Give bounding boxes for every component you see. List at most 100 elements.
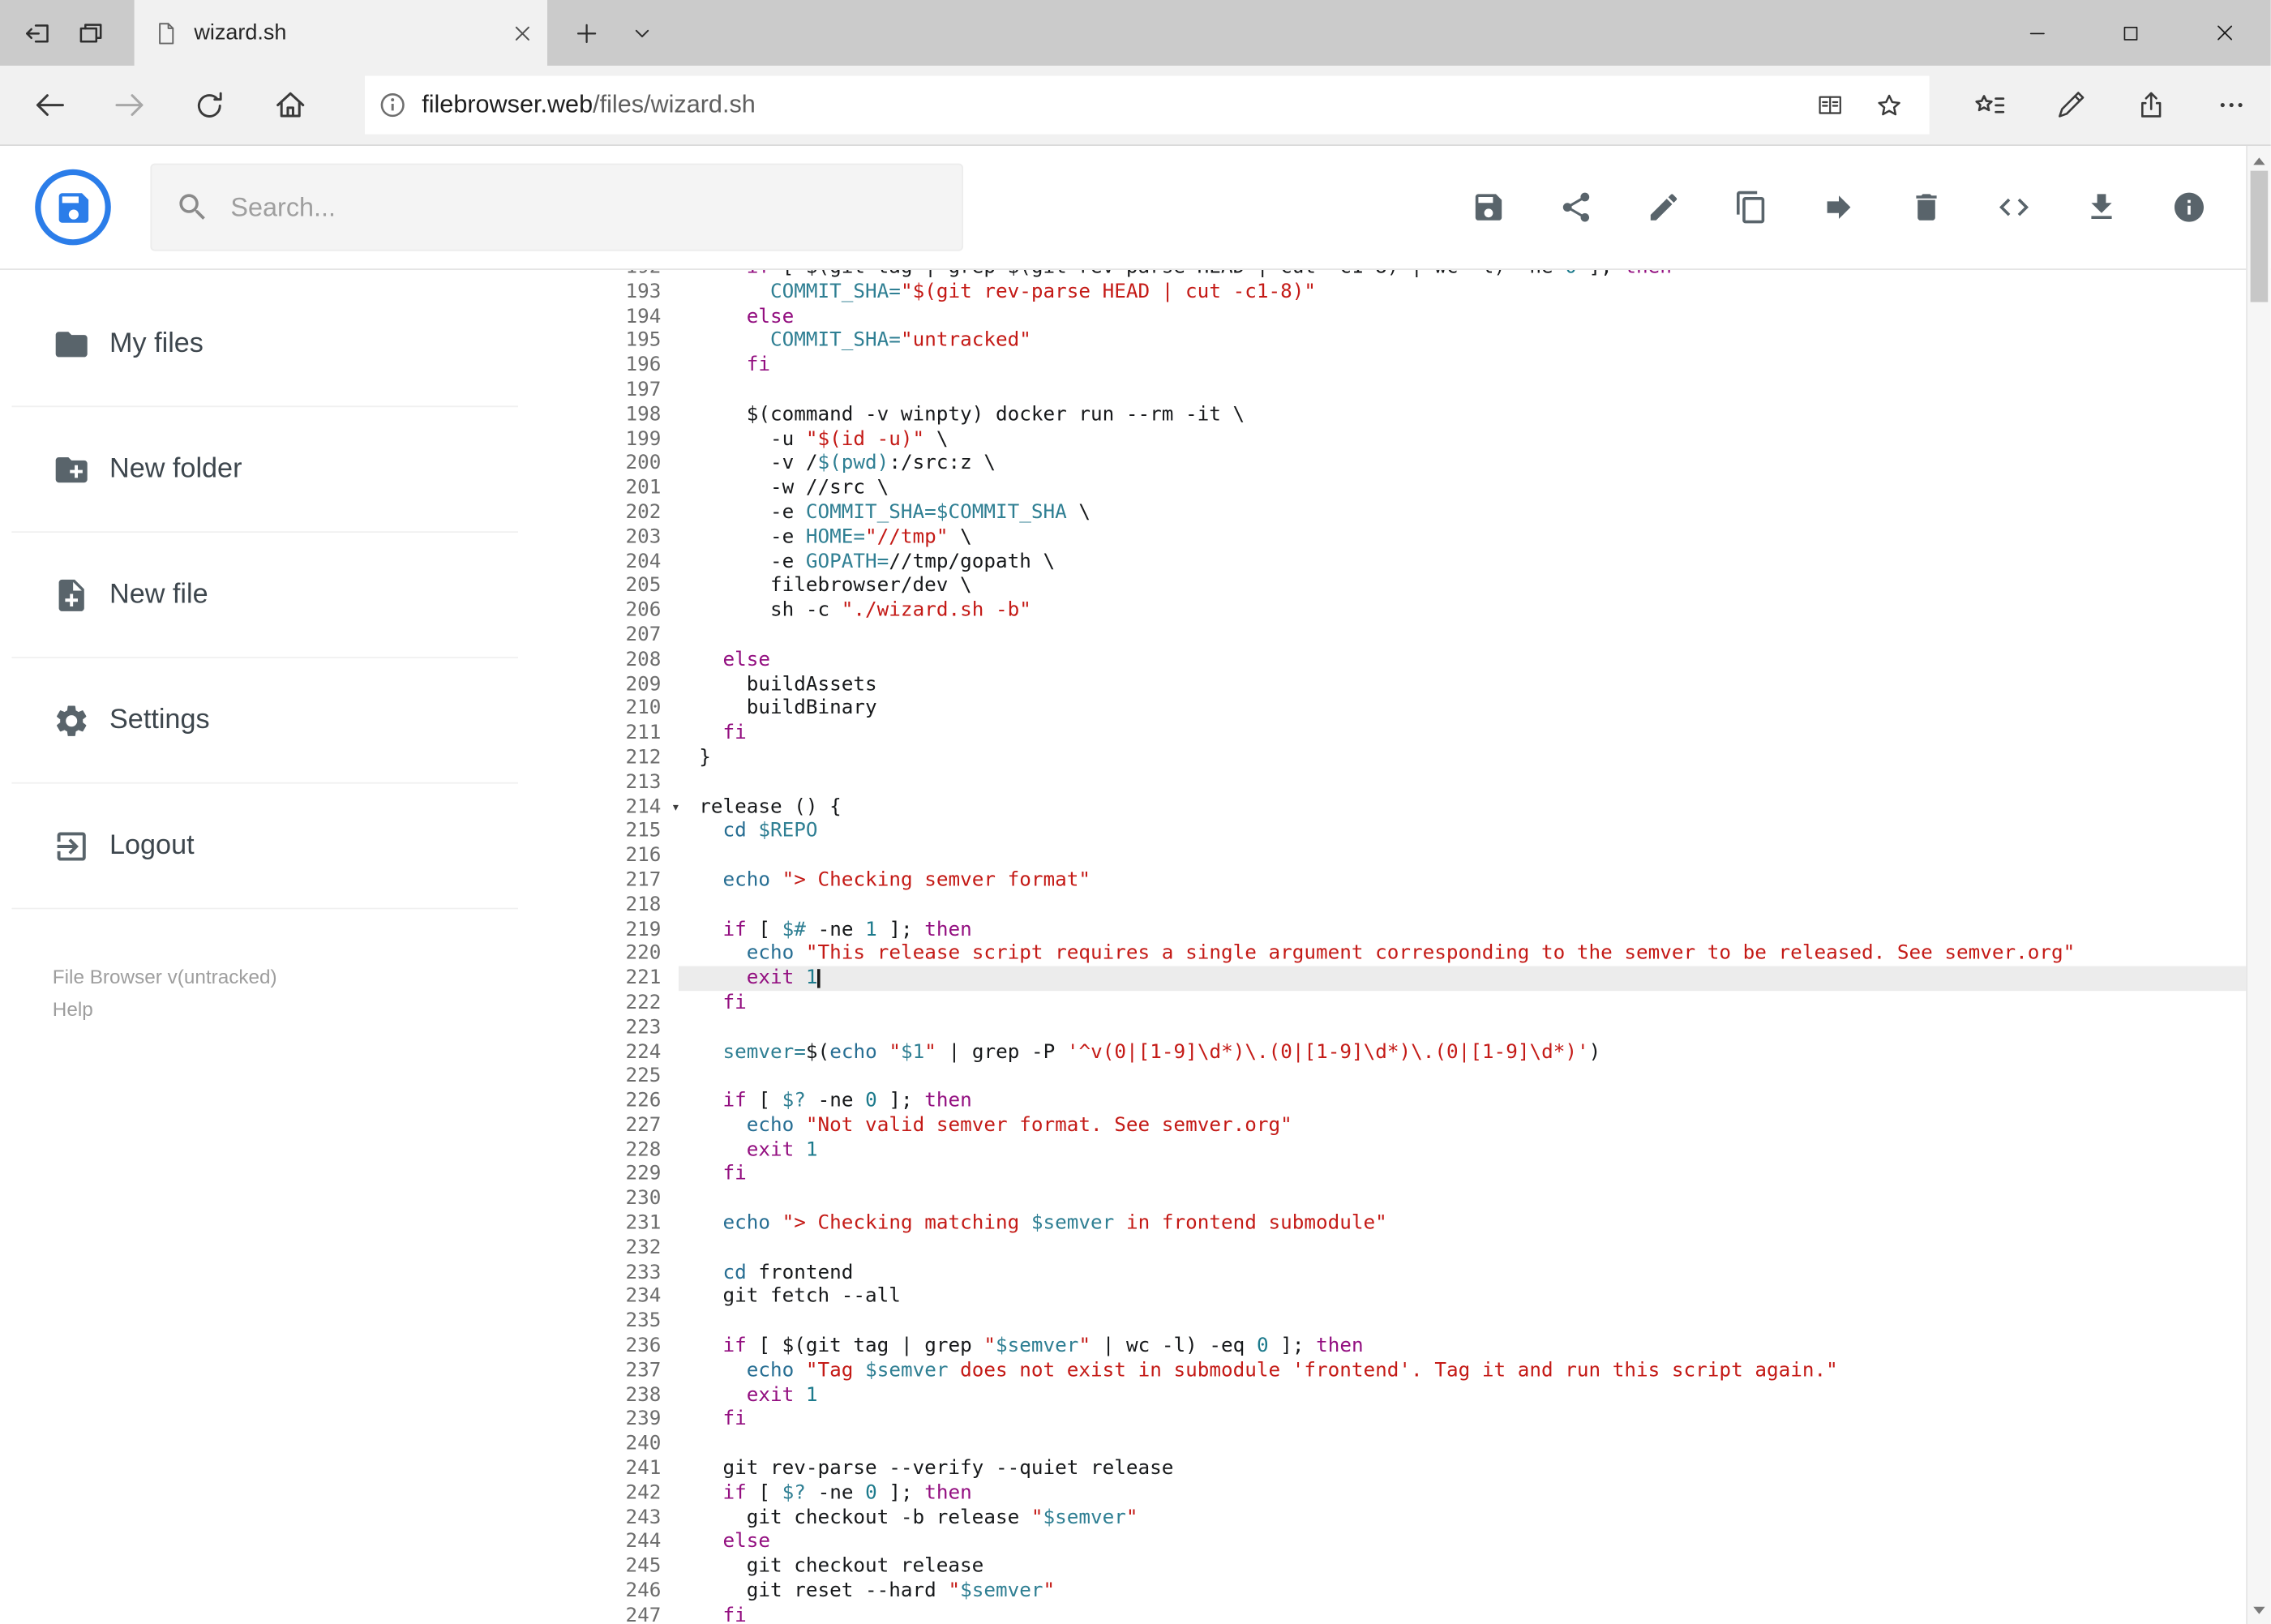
code-line[interactable]: 206 sh -c "./wizard.sh -b": [588, 598, 2270, 623]
home-button[interactable]: [250, 66, 330, 144]
code-line[interactable]: 203 -e HOME="//tmp" \: [588, 525, 2270, 550]
code-line[interactable]: 234 git fetch --all: [588, 1285, 2270, 1309]
code-line[interactable]: 237 echo "Tag $semver does not exist in …: [588, 1359, 2270, 1383]
code-line[interactable]: 213: [588, 770, 2270, 795]
code-line[interactable]: 197: [588, 378, 2270, 402]
code-line[interactable]: 224 semver=$(echo "$1" | grep -P '^v(0|[…: [588, 1040, 2270, 1065]
reading-view-button[interactable]: [1801, 76, 1859, 135]
code-line[interactable]: 239 fi: [588, 1408, 2270, 1432]
forward-button[interactable]: [89, 66, 169, 144]
code-line[interactable]: 210 buildBinary: [588, 696, 2270, 721]
code-line[interactable]: 225: [588, 1065, 2270, 1089]
download-button[interactable]: [2067, 172, 2136, 242]
browser-tab[interactable]: wizard.sh: [134, 0, 548, 66]
tabs-preview-button[interactable]: [64, 0, 119, 66]
web-note-button[interactable]: [2030, 66, 2110, 144]
code-line[interactable]: 244 else: [588, 1530, 2270, 1554]
code-line[interactable]: 231 echo "> Checking matching $semver in…: [588, 1211, 2270, 1236]
code-line[interactable]: 235: [588, 1309, 2270, 1334]
share-page-button[interactable]: [2110, 66, 2191, 144]
code-line[interactable]: 192 if [ $(git tag | grep $(git rev-pars…: [588, 270, 2270, 280]
code-line[interactable]: 242 if [ $? -ne 0 ]; then: [588, 1481, 2270, 1506]
code-line[interactable]: 220 echo "This release script requires a…: [588, 942, 2270, 966]
set-tabs-aside-button[interactable]: [9, 0, 64, 66]
code-line[interactable]: 211 fi: [588, 721, 2270, 745]
code-line[interactable]: 196 fi: [588, 354, 2270, 378]
code-line[interactable]: 241 git rev-parse --verify --quiet relea…: [588, 1456, 2270, 1480]
more-options-button[interactable]: [2191, 66, 2271, 144]
code-line[interactable]: 227 echo "Not valid semver format. See s…: [588, 1113, 2270, 1138]
hub-favorites-button[interactable]: [1950, 66, 2030, 144]
new-tab-button[interactable]: [559, 0, 614, 66]
maximize-button[interactable]: [2084, 0, 2177, 66]
sidebar-item-new-folder[interactable]: New folder: [11, 407, 518, 533]
code-line[interactable]: 229 fi: [588, 1163, 2270, 1187]
code-line[interactable]: 240: [588, 1432, 2270, 1456]
delete-button[interactable]: [1892, 172, 1961, 242]
code-line[interactable]: 208 else: [588, 648, 2270, 672]
minimize-button[interactable]: [1990, 0, 2084, 66]
code-line[interactable]: 214 ▾ release () {: [588, 795, 2270, 819]
code-line[interactable]: 223: [588, 1015, 2270, 1039]
address-bar[interactable]: filebrowser.web/files/wizard.sh: [365, 75, 1930, 135]
code-line[interactable]: 194 else: [588, 304, 2270, 328]
refresh-button[interactable]: [169, 66, 250, 144]
code-line[interactable]: 226 if [ $? -ne 0 ]; then: [588, 1089, 2270, 1113]
scroll-thumb[interactable]: [2250, 170, 2269, 302]
fold-toggle-icon[interactable]: ▾: [671, 796, 680, 820]
code-line[interactable]: 216: [588, 844, 2270, 868]
help-link[interactable]: Help: [53, 994, 589, 1026]
tab-list-chevron-button[interactable]: [615, 0, 670, 66]
code-line[interactable]: 233 cd frontend: [588, 1261, 2270, 1285]
code-line[interactable]: 195 COMMIT_SHA="untracked": [588, 329, 2270, 354]
sidebar-item-logout[interactable]: Logout: [11, 784, 518, 910]
code-line[interactable]: 222 fi: [588, 991, 2270, 1015]
code-line[interactable]: 243 git checkout -b release "$semver": [588, 1506, 2270, 1530]
tab-close-icon[interactable]: [512, 23, 533, 43]
copy-button[interactable]: [1716, 172, 1786, 242]
info-button[interactable]: [2154, 172, 2224, 242]
code-line[interactable]: 201 -w //src \: [588, 476, 2270, 500]
code-line[interactable]: 212}: [588, 746, 2270, 770]
code-line[interactable]: 209 buildAssets: [588, 672, 2270, 696]
code-editor[interactable]: 192 if [ $(git tag | grep $(git rev-pars…: [588, 270, 2271, 1624]
sidebar-item-new-file[interactable]: New file: [11, 533, 518, 658]
sidebar-item-my-files[interactable]: My files: [11, 281, 518, 408]
code-line[interactable]: 215 cd $REPO: [588, 819, 2270, 843]
code-line[interactable]: 217 echo "> Checking semver format": [588, 868, 2270, 893]
code-line[interactable]: 205 filebrowser/dev \: [588, 574, 2270, 598]
code-line[interactable]: 236 if [ $(git tag | grep "$semver" | wc…: [588, 1334, 2270, 1358]
code-line[interactable]: 232: [588, 1236, 2270, 1260]
share-button[interactable]: [1541, 172, 1611, 242]
code-line[interactable]: 207: [588, 623, 2270, 648]
code-line[interactable]: 247 fi: [588, 1604, 2270, 1624]
move-button[interactable]: [1804, 172, 1874, 242]
site-info-icon[interactable]: [376, 89, 409, 122]
code-line[interactable]: 199 -u "$(id -u)" \: [588, 427, 2270, 452]
back-button[interactable]: [9, 66, 89, 144]
scroll-down-button[interactable]: [2247, 1600, 2271, 1620]
code-line[interactable]: 221 exit 1: [588, 966, 2271, 992]
code-view-button[interactable]: [1979, 172, 2049, 242]
code-line[interactable]: 245 git checkout release: [588, 1554, 2270, 1579]
save-button[interactable]: [1454, 172, 1523, 242]
search-input[interactable]: [230, 191, 859, 223]
code-line[interactable]: 204 -e GOPATH=//tmp/gopath \: [588, 550, 2270, 574]
code-line[interactable]: 246 git reset --hard "$semver": [588, 1579, 2270, 1604]
search-box[interactable]: [150, 163, 963, 251]
page-scrollbar[interactable]: [2246, 146, 2271, 1624]
code-line[interactable]: 230: [588, 1187, 2270, 1211]
scroll-up-button[interactable]: [2247, 150, 2271, 170]
code-line[interactable]: 218: [588, 893, 2270, 917]
code-line[interactable]: 198 $(command -v winpty) docker run --rm…: [588, 402, 2270, 426]
code-line[interactable]: 202 -e COMMIT_SHA=$COMMIT_SHA \: [588, 500, 2270, 525]
code-line[interactable]: 193 COMMIT_SHA="$(git rev-parse HEAD | c…: [588, 280, 2270, 304]
code-line[interactable]: 238 exit 1: [588, 1383, 2270, 1408]
code-line[interactable]: 219 if [ $# -ne 1 ]; then: [588, 917, 2270, 941]
code-line[interactable]: 228 exit 1: [588, 1138, 2270, 1162]
favorite-star-button[interactable]: [1859, 76, 1917, 135]
close-button[interactable]: [2178, 0, 2271, 66]
rename-button[interactable]: [1629, 172, 1699, 242]
sidebar-item-settings[interactable]: Settings: [11, 658, 518, 784]
code-line[interactable]: 200 -v /$(pwd):/src:z \: [588, 452, 2270, 476]
